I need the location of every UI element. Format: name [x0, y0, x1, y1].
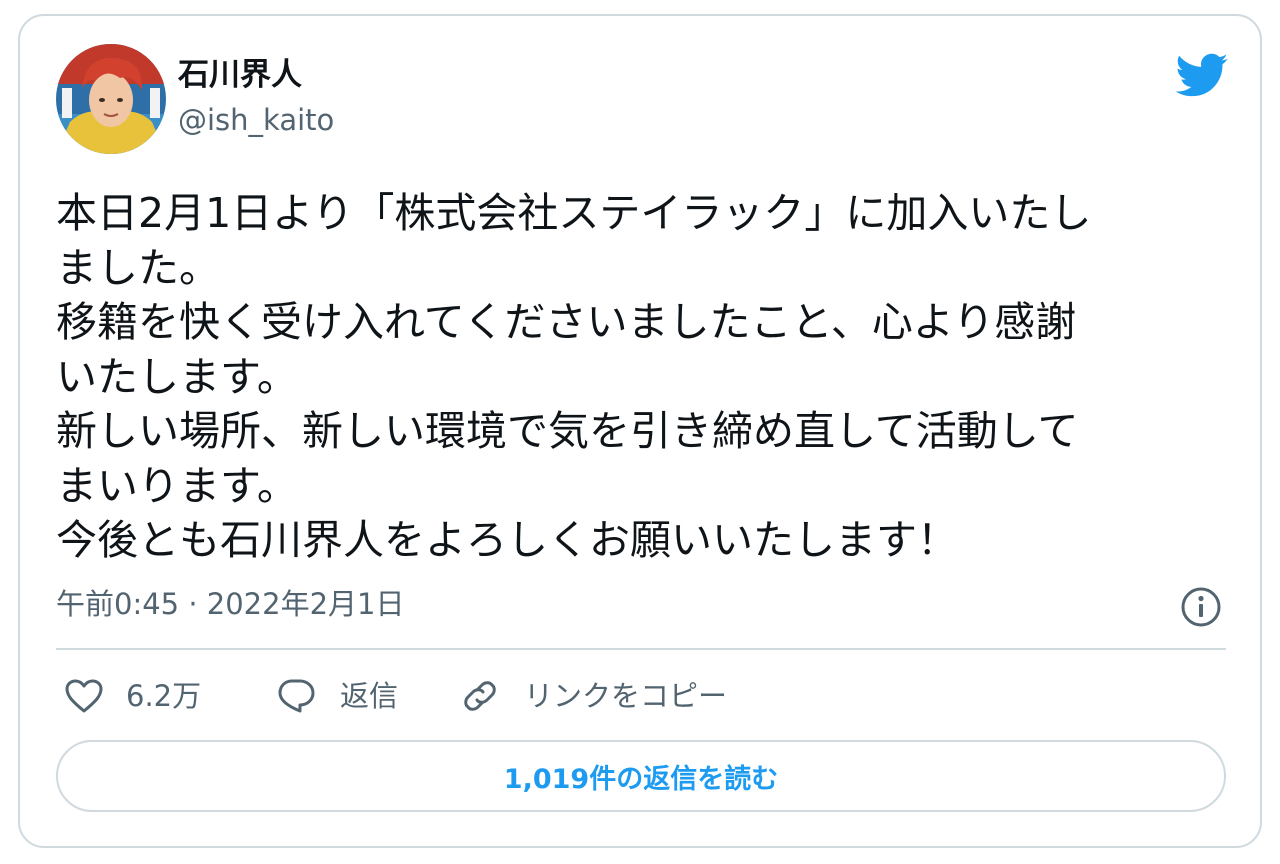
link-icon — [464, 681, 496, 711]
tweet-line: 今後とも石川界人をよろしくお願いいたします！ — [56, 516, 958, 564]
tweet-text: 本日2月1日より「株式会社ステイラック」に加入いたし ました。 移籍を快く受け入… — [56, 186, 1226, 568]
info-icon[interactable] — [1180, 586, 1222, 628]
heart-icon — [65, 679, 103, 713]
user-handle[interactable]: @ish_kaito — [178, 102, 334, 138]
copy-link-label: リンクをコピー — [524, 679, 728, 713]
avatar[interactable] — [56, 44, 166, 154]
read-replies-button[interactable]: 1,019件の返信を読む — [56, 740, 1226, 812]
avatar-image — [56, 44, 166, 154]
display-name[interactable]: 石川界人 — [178, 56, 302, 94]
tweet-line: 新しい場所、新しい環境で気を引き締め直して活動して — [56, 407, 1079, 455]
like-count: 6.2万 — [126, 679, 202, 713]
tweet-line: いたします。 — [56, 352, 298, 401]
tweet-line: 移籍を快く受け入れてくださいましたこと、心より感謝 — [56, 298, 1077, 346]
tweet-line: まいります。 — [56, 461, 298, 510]
reply-bubble-icon — [278, 679, 315, 713]
tweet-card: 石川界人 @ish_kaito 本日2月1日より「株式会社ステイラック」に加入い… — [18, 14, 1262, 848]
reply-label: 返信 — [340, 679, 399, 713]
like-button[interactable]: 6.2万 — [64, 672, 201, 720]
divider — [56, 648, 1226, 650]
tweet-line: ました。 — [56, 243, 220, 292]
reply-button[interactable]: 返信 — [276, 672, 398, 720]
twitter-bird-icon[interactable] — [1173, 52, 1229, 98]
read-replies-label: 1,019件の返信を読む — [503, 763, 779, 795]
copy-link-button[interactable]: リンクをコピー — [460, 672, 727, 720]
tweet-timestamp[interactable]: 午前0:45 · 2022年2月1日 — [56, 584, 404, 624]
tweet-line: 本日2月1日より「株式会社ステイラック」に加入いたし — [56, 189, 1092, 237]
